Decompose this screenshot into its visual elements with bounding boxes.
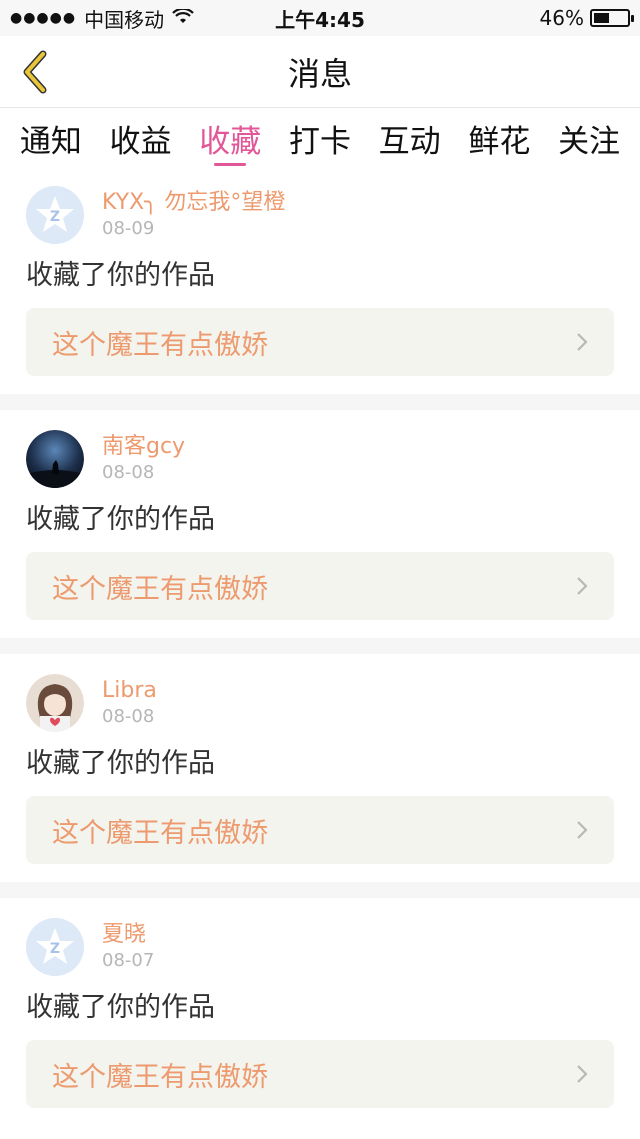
default-avatar-icon: Z xyxy=(26,186,84,244)
user-meta: 南客gcy 08-08 xyxy=(102,433,185,485)
chevron-left-icon xyxy=(23,50,47,94)
post-date: 08-07 xyxy=(102,950,155,971)
status-bar: ●●●●● 中国移动 上午4:45 46% xyxy=(0,0,640,36)
avatar[interactable]: Z xyxy=(26,186,84,244)
user-name[interactable]: KYX╮ 勿忘我°望橙 xyxy=(102,189,285,217)
tab-checkin[interactable]: 打卡 xyxy=(289,108,351,166)
work-title: 这个魔王有点傲娇 xyxy=(52,573,268,605)
work-title: 这个魔王有点傲娇 xyxy=(52,817,268,849)
section-divider xyxy=(0,638,640,654)
nav-bar: 消息 xyxy=(0,36,640,108)
item-header: Libra 08-08 xyxy=(26,674,614,732)
post-date: 08-09 xyxy=(102,218,155,239)
page-title: 消息 xyxy=(287,54,352,93)
girl-avatar-icon xyxy=(26,674,84,732)
wolf-night-avatar-icon xyxy=(26,430,84,488)
svg-text:Z: Z xyxy=(50,209,60,225)
post-date: 08-08 xyxy=(102,706,155,727)
user-meta: Libra 08-08 xyxy=(102,677,157,729)
work-link[interactable]: 这个魔王有点傲娇 xyxy=(26,552,614,620)
back-button[interactable] xyxy=(12,48,56,96)
action-text: 收藏了你的作品 xyxy=(26,504,215,535)
chevron-right-icon xyxy=(577,333,588,351)
tab-follow[interactable]: 关注 xyxy=(558,108,620,166)
user-name[interactable]: Libra xyxy=(102,677,157,705)
chevron-right-icon xyxy=(577,821,588,839)
post-date: 08-08 xyxy=(102,462,155,483)
list-item: Z KYX╮ 勿忘我°望橙 08-09 收藏了你的作品 这个魔王有点傲娇 xyxy=(0,166,640,394)
item-header: Z KYX╮ 勿忘我°望橙 08-09 xyxy=(26,186,614,244)
work-link[interactable]: 这个魔王有点傲娇 xyxy=(26,1040,614,1108)
tab-bar: 通知 收益 收藏 打卡 互动 鲜花 关注 xyxy=(0,108,640,166)
svg-text:Z: Z xyxy=(50,941,60,957)
user-name[interactable]: 南客gcy xyxy=(102,433,185,461)
item-header: Z 夏晓 08-07 xyxy=(26,918,614,976)
battery-icon xyxy=(590,9,634,27)
chevron-right-icon xyxy=(577,577,588,595)
avatar[interactable] xyxy=(26,674,84,732)
avatar[interactable] xyxy=(26,430,84,488)
work-title: 这个魔王有点傲娇 xyxy=(52,1061,268,1093)
user-meta: KYX╮ 勿忘我°望橙 08-09 xyxy=(102,189,285,241)
battery-level xyxy=(594,13,609,23)
action-text: 收藏了你的作品 xyxy=(26,992,215,1023)
list-item: Libra 08-08 收藏了你的作品 这个魔王有点傲娇 xyxy=(0,654,640,882)
action-text: 收藏了你的作品 xyxy=(26,260,215,291)
work-link[interactable]: 这个魔王有点傲娇 xyxy=(26,308,614,376)
tab-earnings[interactable]: 收益 xyxy=(110,108,172,166)
list-item: 南客gcy 08-08 收藏了你的作品 这个魔王有点傲娇 xyxy=(0,410,640,638)
work-link[interactable]: 这个魔王有点傲娇 xyxy=(26,796,614,864)
tab-interaction[interactable]: 互动 xyxy=(379,108,441,166)
avatar[interactable]: Z xyxy=(26,918,84,976)
user-meta: 夏晓 08-07 xyxy=(102,921,154,973)
action-text: 收藏了你的作品 xyxy=(26,748,215,779)
status-time: 上午4:45 xyxy=(275,7,365,32)
default-avatar-icon: Z xyxy=(26,918,84,976)
work-title: 这个魔王有点傲娇 xyxy=(52,329,268,361)
item-header: 南客gcy 08-08 xyxy=(26,430,614,488)
user-name[interactable]: 夏晓 xyxy=(102,921,154,949)
section-divider xyxy=(0,394,640,410)
tab-notice[interactable]: 通知 xyxy=(20,108,82,166)
chevron-right-icon xyxy=(577,1065,588,1083)
section-divider xyxy=(0,882,640,898)
tab-flowers[interactable]: 鲜花 xyxy=(468,108,530,166)
tab-favorites[interactable]: 收藏 xyxy=(199,108,261,166)
list-item: Z 夏晓 08-07 收藏了你的作品 这个魔王有点傲娇 xyxy=(0,898,640,1126)
